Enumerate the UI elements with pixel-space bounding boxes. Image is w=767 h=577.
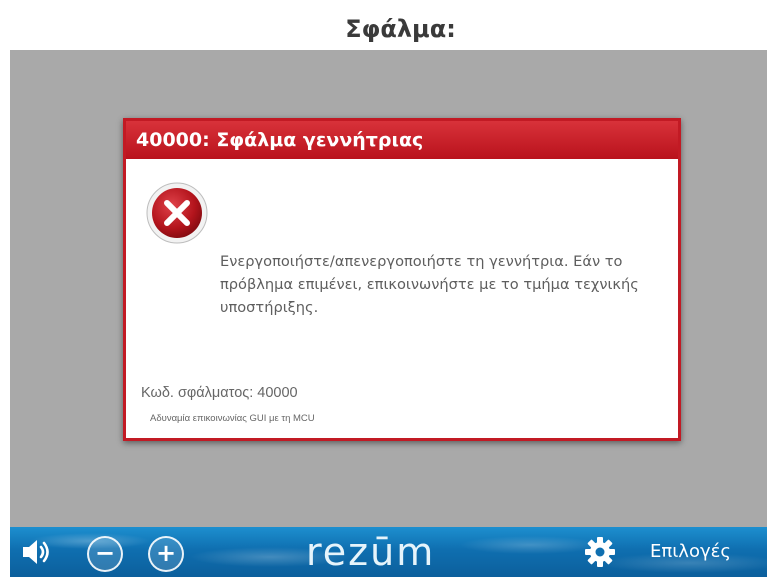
volume-down-button[interactable]: −	[87, 536, 123, 572]
page-title: Σφάλμα:	[345, 15, 456, 43]
header: Σφάλμα:	[10, 8, 767, 50]
plus-icon: +	[155, 539, 177, 567]
speaker-icon[interactable]	[20, 537, 52, 567]
volume-up-button[interactable]: +	[148, 536, 184, 572]
error-code: Κωδ. σφάλματος: 40000	[141, 385, 298, 401]
error-dialog: 40000: Σφάλμα γεννήτριας Ενεργοποιήστε/α…	[123, 118, 681, 441]
gear-icon[interactable]	[583, 535, 617, 569]
options-button[interactable]: Επιλογές	[650, 541, 731, 562]
dialog-title: 40000: Σφάλμα γεννήτριας	[126, 121, 678, 159]
rezum-logo: rezūm	[306, 530, 436, 574]
error-x-icon	[146, 182, 208, 244]
minus-icon: −	[94, 539, 116, 567]
dialog-message: Ενεργοποιήστε/απενεργοποιήστε τη γεννήτρ…	[220, 253, 639, 316]
bottom-bar: − + rezūm Επιλογές	[10, 527, 767, 577]
error-detail: Αδυναμία επικοινωνίας GUI με τη MCU	[150, 413, 315, 424]
